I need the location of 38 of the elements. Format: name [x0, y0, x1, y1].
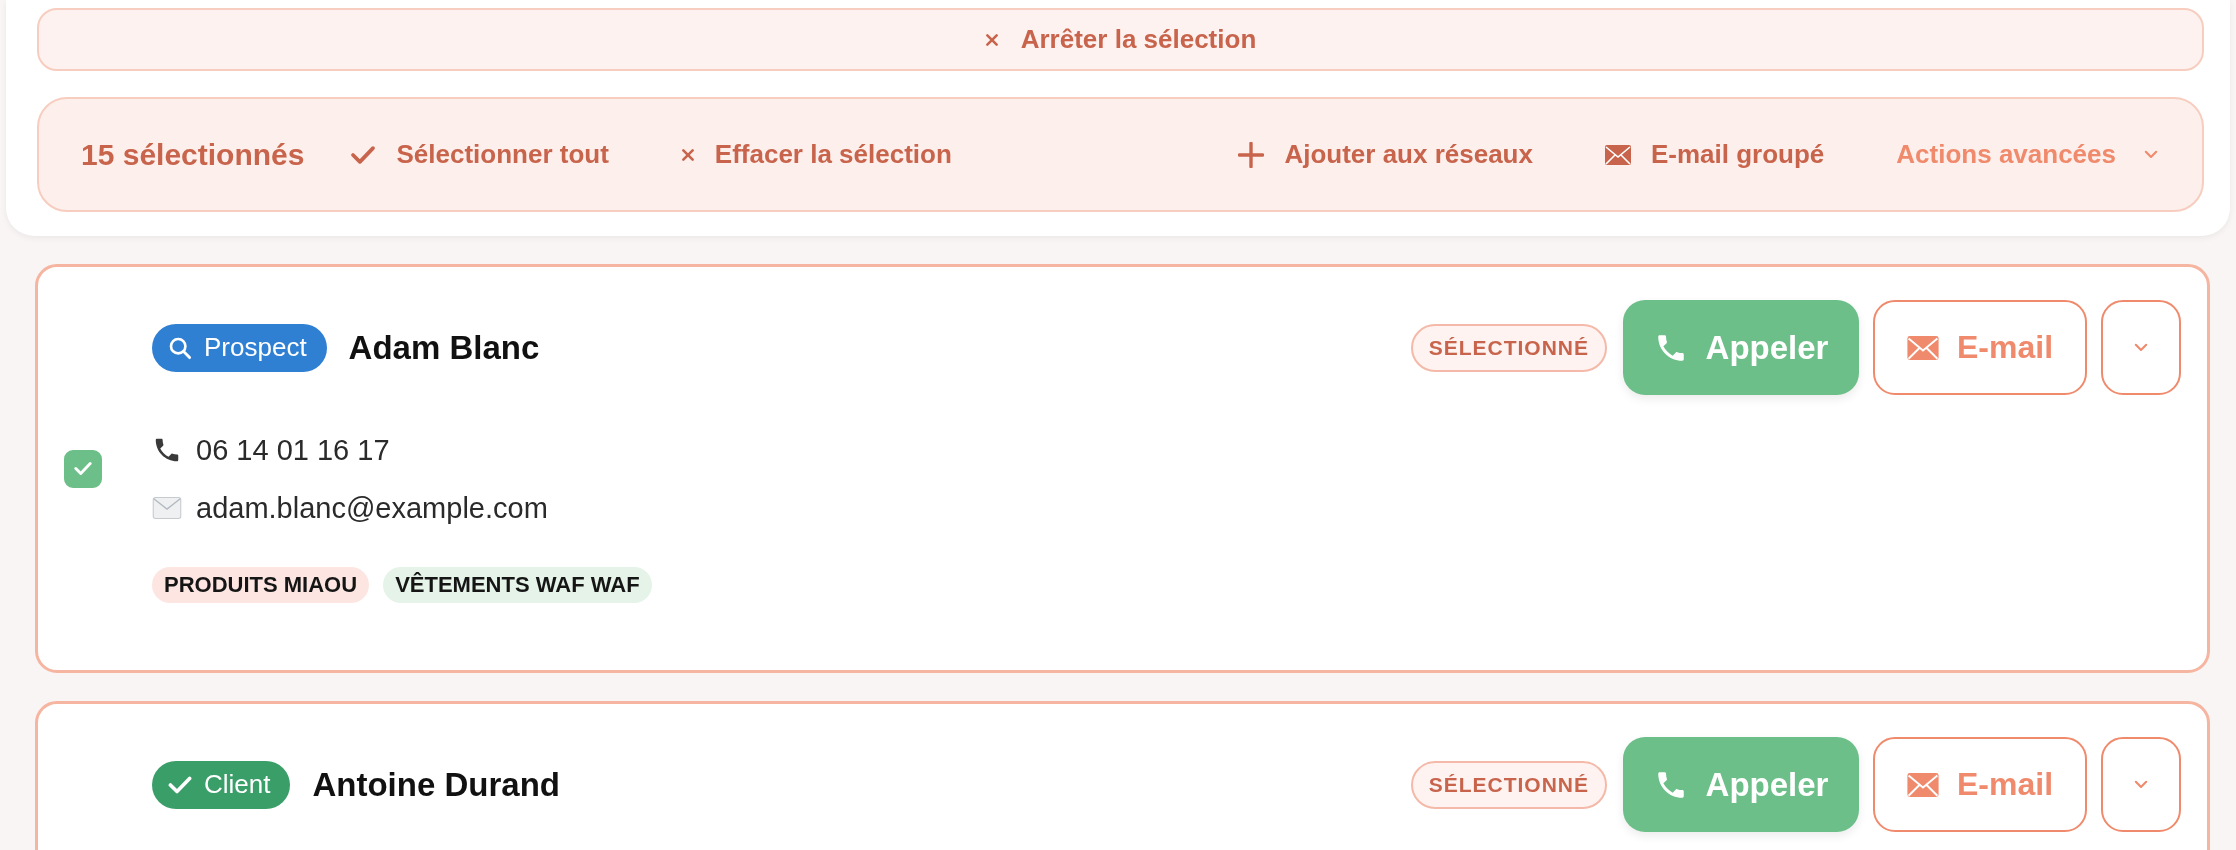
chevron-down-icon	[2144, 149, 2158, 160]
select-checkbox[interactable]	[64, 449, 102, 488]
call-button[interactable]: Appeler	[1623, 737, 1859, 832]
envelope-icon	[1604, 144, 1631, 165]
chevron-down-icon	[2134, 342, 2148, 353]
phone-number: 06 14 01 16 17	[196, 433, 390, 467]
toolbar-action[interactable]: Effacer la sélection	[680, 139, 952, 170]
tag: VÊTEMENTS WAF WAF	[383, 567, 652, 603]
plus-icon	[1238, 141, 1265, 168]
selected-count: 15 sélectionnés	[81, 137, 305, 172]
type-label: Client	[204, 769, 271, 800]
email-button[interactable]: E-mail	[1873, 737, 2087, 832]
check-icon	[350, 144, 377, 165]
toolbar-action[interactable]: E-mail groupé	[1604, 139, 1825, 170]
more-button[interactable]	[2101, 300, 2181, 395]
contact-name: Adam Blanc	[348, 328, 540, 367]
selected-badge: SÉLECTIONNÉ	[1410, 760, 1607, 809]
type-label: Prospect	[204, 332, 307, 363]
more-button[interactable]	[2101, 737, 2181, 832]
envelope-icon	[152, 497, 182, 519]
tag: PRODUITS MIAOU	[152, 567, 370, 603]
toolbar-action[interactable]: Ajouter aux réseaux	[1238, 139, 1533, 170]
email-address: adam.blanc@example.com	[196, 491, 548, 525]
actions-dropdown[interactable]: Actions avancées	[1896, 139, 2158, 170]
call-button[interactable]: Appeler	[1623, 300, 1859, 395]
chevron-down-icon	[2134, 779, 2148, 790]
stop-selection-button[interactable]: Arrêter la sélection	[37, 8, 2204, 71]
toolbar-action[interactable]: Sélectionner tout	[350, 139, 609, 170]
check-icon	[168, 774, 192, 795]
email-button[interactable]: E-mail	[1873, 300, 2087, 395]
contact-name: Antoine Durand	[312, 765, 560, 804]
close-icon	[984, 32, 999, 47]
envelope-icon	[1907, 772, 1939, 797]
selected-badge: SÉLECTIONNÉ	[1410, 323, 1607, 372]
check-icon	[74, 461, 92, 476]
search-icon	[168, 335, 192, 360]
close-icon	[680, 147, 695, 162]
envelope-icon	[1907, 335, 1939, 360]
